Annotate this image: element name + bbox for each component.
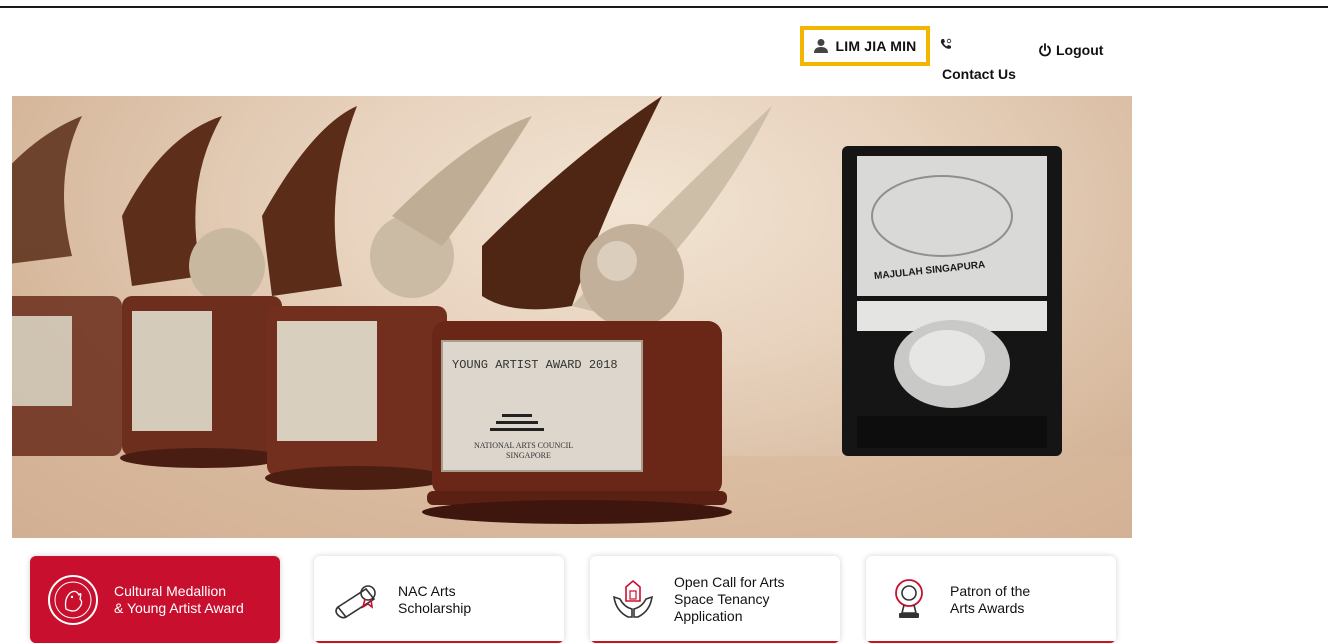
trophy-plate-country: SINGAPORE xyxy=(506,451,551,460)
medal-box: MAJULAH SINGAPURA xyxy=(842,146,1062,456)
hero-banner: YOUNG ARTIST AWARD 2018 NATIONAL ARTS CO… xyxy=(12,96,1132,538)
user-icon xyxy=(814,39,829,53)
trophy-plate-title: YOUNG ARTIST AWARD 2018 xyxy=(452,358,618,372)
logout-label: Logout xyxy=(1056,42,1104,58)
top-divider xyxy=(0,6,1328,8)
card-patron-arts-awards[interactable]: Patron of the Arts Awards xyxy=(866,556,1116,643)
card-title: Cultural Medallion & Young Artist Award xyxy=(114,582,244,616)
user-name: LIM JIA MIN xyxy=(835,38,917,54)
card-title: NAC Arts Scholarship xyxy=(398,582,472,616)
trophy-plate-org: NATIONAL ARTS COUNCIL xyxy=(474,441,573,450)
award-trophy-icon xyxy=(895,578,923,618)
power-icon xyxy=(1039,43,1051,57)
contact-us-label: Contact Us xyxy=(942,66,1016,82)
card-title: Open Call for Arts Space Tenancy Applica… xyxy=(674,574,785,624)
feature-cards: Cultural Medallion & Young Artist Award … xyxy=(30,556,1130,643)
lion-emblem-icon xyxy=(48,574,98,625)
trophy-far xyxy=(12,116,122,456)
trophy-second xyxy=(120,116,284,468)
card-title: Patron of the Arts Awards xyxy=(950,582,1031,616)
card-cultural-medallion[interactable]: Cultural Medallion & Young Artist Award xyxy=(30,556,280,643)
logout-button[interactable]: Logout xyxy=(1038,42,1103,58)
phone-icon xyxy=(940,38,952,49)
card-arts-scholarship[interactable]: NAC Arts Scholarship xyxy=(314,556,564,643)
hands-building-icon xyxy=(613,579,653,618)
card-arts-space-tenancy[interactable]: Open Call for Arts Space Tenancy Applica… xyxy=(590,556,840,643)
diploma-scroll-icon xyxy=(335,584,376,618)
header-nav: LIM JIA MIN Contact Us Logout xyxy=(800,26,1130,86)
hero-illustration: YOUNG ARTIST AWARD 2018 NATIONAL ARTS CO… xyxy=(12,96,1132,538)
user-profile-button[interactable]: LIM JIA MIN xyxy=(800,26,930,66)
